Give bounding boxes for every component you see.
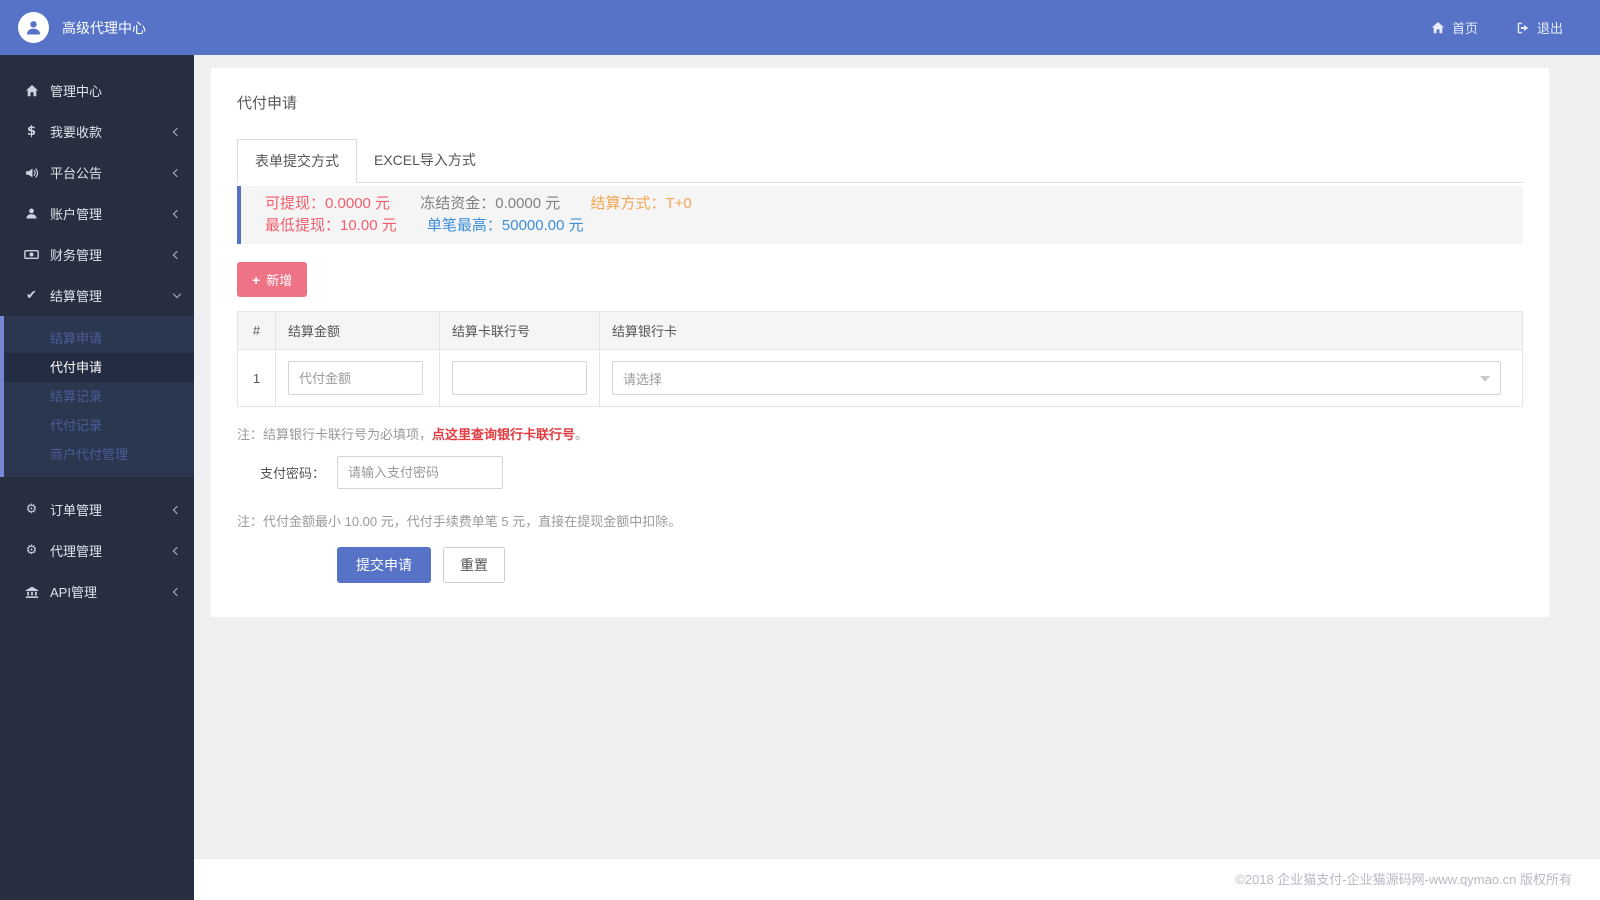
dollar-icon: $ [23,124,40,139]
submenu-item-payout-records[interactable]: 代付记录 [4,411,194,440]
gears-icon: ⚙ [23,502,40,517]
submenu-item-settle-records[interactable]: 结算记录 [4,382,194,411]
sidebar-item-announcements[interactable]: 平台公告 [0,152,194,193]
available-balance: 可提现：0.0000 元 [265,195,390,212]
sidebar: 管理中心 $ 我要收款 平台公告 账户管理 [0,55,194,900]
sidebar-item-label: 代理管理 [50,541,174,560]
chevron-down-icon [173,290,181,298]
copyright-text: ©2018 企业猫支付-企业猫源码网-www.qymao.cn 版权所有 [1235,872,1572,887]
table-header-row: # 结算金额 结算卡联行号 结算银行卡 [238,312,1523,350]
caret-down-icon [1480,376,1490,382]
note-text: 注：结算银行卡联行号为必填项， [237,427,432,442]
chevron-left-icon [173,250,181,258]
chevron-left-icon [173,505,181,513]
payout-table: # 结算金额 结算卡联行号 结算银行卡 1 请选择 [237,311,1523,407]
bullhorn-icon [23,166,40,180]
add-row-button[interactable]: + 新增 [237,262,307,297]
gears-icon: ⚙ [23,543,40,558]
check-icon: ✔ [23,288,40,303]
bank-code-input[interactable] [452,361,587,395]
plus-icon: + [252,272,260,288]
pay-password-input[interactable] [337,456,503,489]
submit-button[interactable]: 提交申请 [337,547,431,583]
sidebar-item-agents[interactable]: ⚙ 代理管理 [0,530,194,571]
sidebar-item-dashboard[interactable]: 管理中心 [0,70,194,111]
home-label: 首页 [1452,18,1478,37]
home-icon [23,84,40,98]
settlement-submenu: 结算申请 代付申请 结算记录 代付记录 商户代付管理 [0,316,194,477]
sign-out-icon [1516,21,1530,35]
col-index: # [238,312,276,350]
chevron-left-icon [173,168,181,176]
bank-code-note: 注：结算银行卡联行号为必填项，点这里查询银行卡联行号。 [237,424,1523,443]
submenu-item-merchant-payout[interactable]: 商户代付管理 [4,440,194,469]
sidebar-item-label: 平台公告 [50,163,174,182]
sidebar-item-label: 账户管理 [50,204,174,223]
tab-excel-import[interactable]: EXCEL导入方式 [357,139,493,183]
sidebar-item-finance[interactable]: 财务管理 [0,234,194,275]
sidebar-item-api[interactable]: API管理 [0,571,194,612]
user-icon [23,207,40,220]
password-label: 支付密码： [237,463,337,482]
sidebar-item-orders[interactable]: ⚙ 订单管理 [0,489,194,530]
user-avatar-icon[interactable] [18,12,49,43]
tab-bar: 表单提交方式 EXCEL导入方式 [237,139,1523,183]
page-title: 代付申请 [237,92,1523,113]
form-actions: 提交申请 重置 [237,547,1523,583]
reset-button[interactable]: 重置 [443,547,505,583]
tab-form-submit[interactable]: 表单提交方式 [237,139,357,183]
bank-code-lookup-link[interactable]: 点这里查询银行卡联行号 [432,427,575,442]
bank-card-select-value: 请选择 [623,369,662,388]
password-row: 支付密码： [237,456,1523,489]
max-single: 单笔最高：50000.00 元 [427,217,584,234]
logout-link[interactable]: 退出 [1497,0,1582,55]
sidebar-item-label: 订单管理 [50,500,174,519]
money-icon [23,247,40,262]
bank-icon [23,585,40,599]
home-link[interactable]: 首页 [1412,0,1497,55]
sidebar-item-label: 管理中心 [50,81,180,100]
bank-card-select[interactable]: 请选择 [612,361,1501,395]
summary-line-1: 可提现：0.0000 元 冻结资金：0.0000 元 结算方式：T+0 [265,193,1499,215]
brand-title: 高级代理中心 [62,18,146,38]
fee-note: 注：代付金额最小 10.00 元，代付手续费单笔 5 元，直接在提现金额中扣除。 [237,511,1523,530]
sidebar-item-label: API管理 [50,582,174,601]
amount-input[interactable] [288,361,423,395]
col-bank-code: 结算卡联行号 [440,312,600,350]
submenu-item-payout-apply[interactable]: 代付申请 [4,353,194,382]
balance-summary: 可提现：0.0000 元 冻结资金：0.0000 元 结算方式：T+0 最低提现… [237,186,1523,244]
footer: ©2018 企业猫支付-企业猫源码网-www.qymao.cn 版权所有 [194,858,1600,900]
frozen-funds: 冻结资金：0.0000 元 [420,195,560,212]
brand: 高级代理中心 [0,12,194,43]
sidebar-item-collect[interactable]: $ 我要收款 [0,111,194,152]
chevron-left-icon [173,587,181,595]
settle-mode: 结算方式：T+0 [590,195,691,212]
chevron-left-icon [173,209,181,217]
chevron-left-icon [173,127,181,135]
main-content: 代付申请 表单提交方式 EXCEL导入方式 可提现：0.0000 元 冻结资金：… [194,55,1600,900]
home-icon [1431,21,1445,35]
summary-line-2: 最低提现：10.00 元 单笔最高：50000.00 元 [265,215,1499,237]
top-header: 高级代理中心 首页 退出 [0,0,1600,55]
sidebar-item-label: 我要收款 [50,122,174,141]
sidebar-item-settlement[interactable]: ✔ 结算管理 [0,275,194,316]
sidebar-item-label: 结算管理 [50,286,174,305]
sidebar-item-account[interactable]: 账户管理 [0,193,194,234]
col-bank-card: 结算银行卡 [600,312,1523,350]
logout-label: 退出 [1537,18,1563,37]
submenu-item-settle-apply[interactable]: 结算申请 [4,324,194,353]
payout-apply-card: 代付申请 表单提交方式 EXCEL导入方式 可提现：0.0000 元 冻结资金：… [211,68,1549,617]
row-index: 1 [238,350,276,407]
table-row: 1 请选择 [238,350,1523,407]
col-amount: 结算金额 [276,312,440,350]
note-suffix: 。 [575,427,588,442]
min-withdraw: 最低提现：10.00 元 [265,217,397,234]
sidebar-item-label: 财务管理 [50,245,174,264]
chevron-left-icon [173,546,181,554]
add-row-label: 新增 [266,270,292,289]
